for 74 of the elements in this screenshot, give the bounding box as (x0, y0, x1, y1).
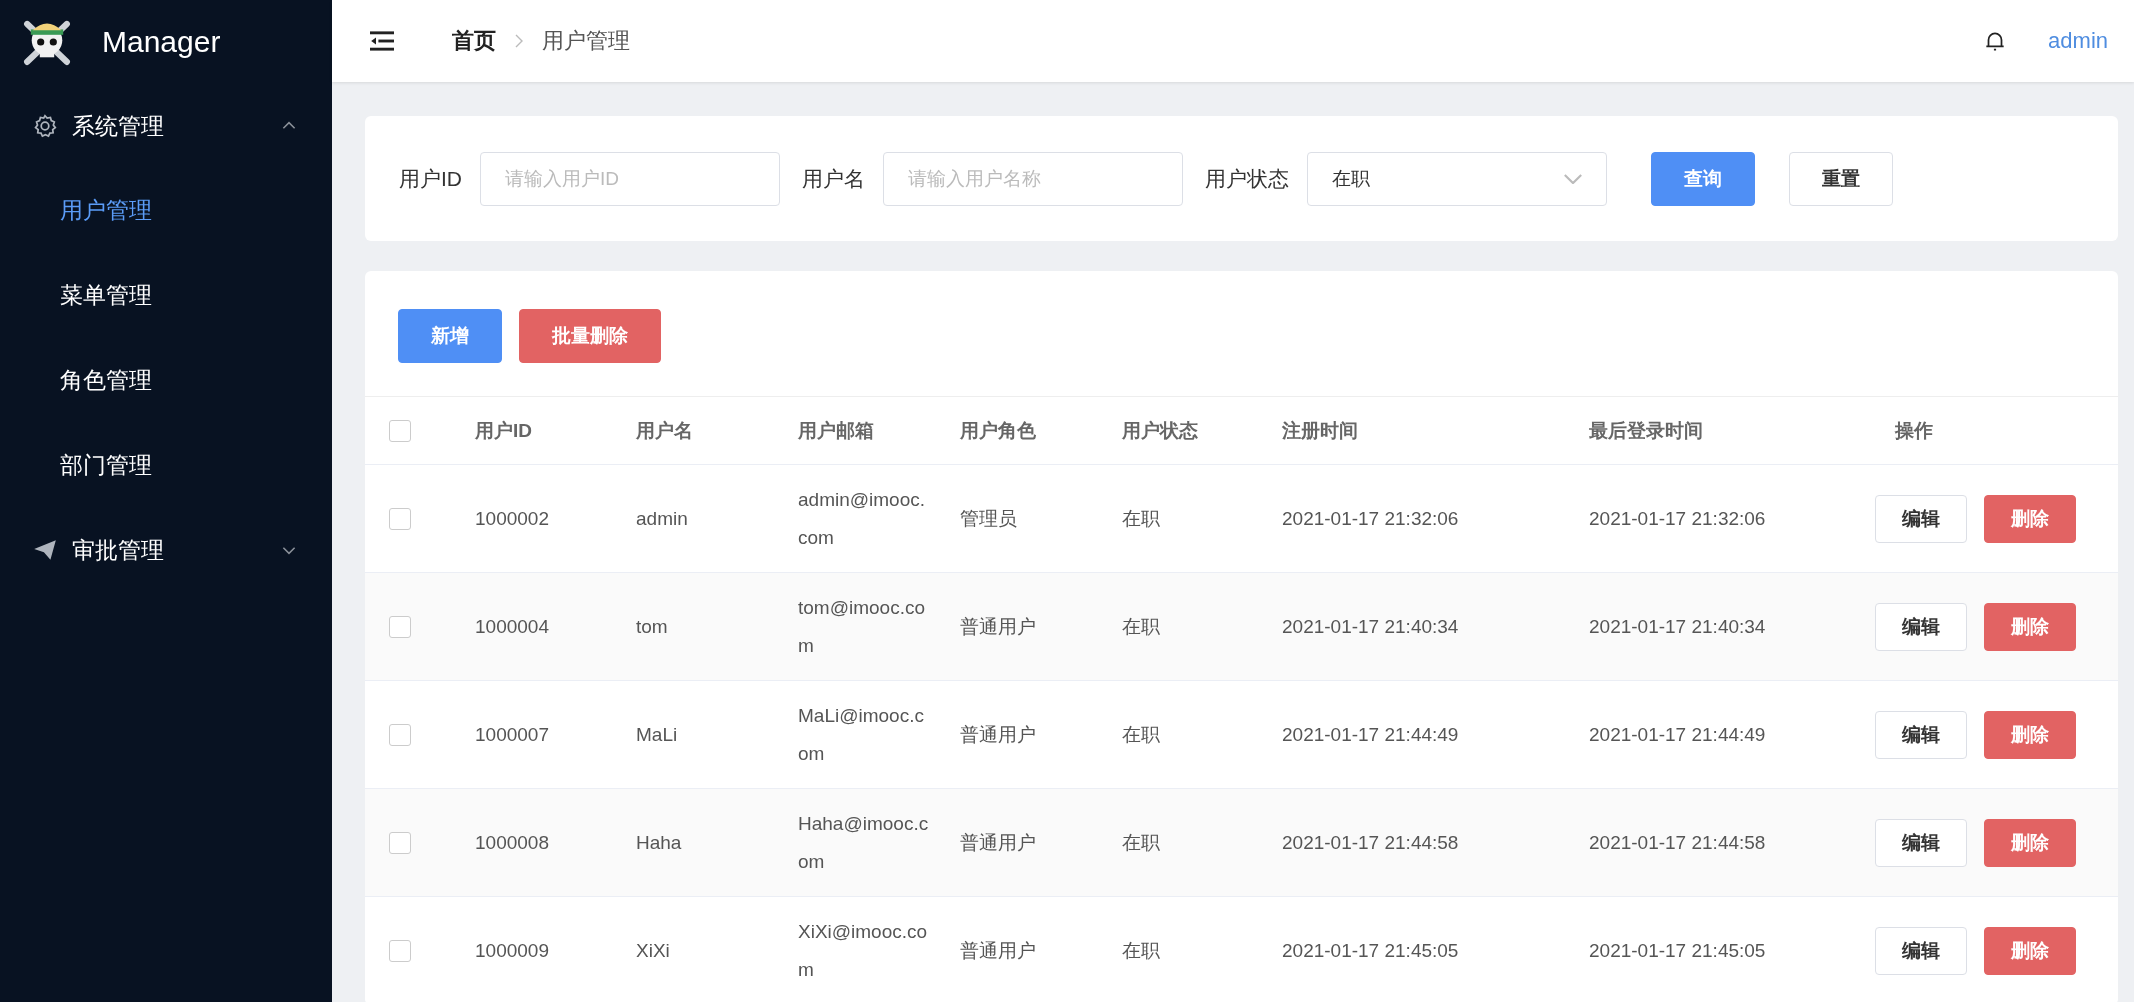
name-cell: Haha (636, 831, 682, 853)
date-cell: 2021-01-17 21:40:34 (1589, 615, 1766, 637)
column-header: 用户角色 (959, 418, 1037, 443)
column-header: 用户邮箱 (797, 418, 875, 443)
menu-icon[interactable] (370, 31, 394, 51)
edit-button[interactable]: 编辑 (1875, 818, 1967, 867)
date-cell: 2021-01-17 21:32:06 (1589, 507, 1766, 529)
role-cell: 普通用户 (960, 615, 1036, 637)
date-cell: 2021-01-17 21:44:49 (1589, 723, 1766, 745)
menu-item[interactable]: 角色管理 (0, 338, 332, 423)
id-cell: 1000007 (475, 723, 549, 745)
settings-icon (32, 113, 58, 139)
field-label: 用户名 (802, 165, 865, 192)
chevron-down-icon (1564, 173, 1582, 184)
role-cell: 普通用户 (960, 939, 1036, 961)
checkbox[interactable] (389, 508, 411, 530)
chevron-right-icon (514, 33, 524, 49)
column-header: 用户状态 (1121, 418, 1199, 443)
menu-item[interactable]: 菜单管理 (0, 253, 332, 338)
checkbox[interactable] (389, 420, 411, 442)
input-field[interactable]: 请输入用户名称 (883, 151, 1183, 206)
checkbox[interactable] (389, 724, 411, 746)
name-cell: MaLi (636, 723, 678, 745)
name-cell: admin (636, 507, 688, 529)
email-cell: tom@imooc.com (798, 596, 925, 656)
role-cell: 普通用户 (960, 723, 1036, 745)
edit-button[interactable]: 编辑 (1875, 494, 1967, 543)
menu-group[interactable]: 系统管理 (0, 84, 332, 168)
date-cell: 2021-01-17 21:40:34 (1282, 615, 1459, 637)
app-title: Manager (102, 25, 221, 59)
status-cell: 在职 (1122, 723, 1160, 745)
breadcrumb-item: 用户管理 (542, 27, 630, 55)
column-header: 注册时间 (1281, 418, 1359, 443)
date-cell: 2021-01-17 21:44:58 (1589, 831, 1766, 853)
name-cell: tom (636, 615, 668, 637)
edit-button[interactable]: 编辑 (1875, 602, 1967, 651)
field-label: 用户状态 (1205, 165, 1289, 192)
status-cell: 在职 (1122, 507, 1160, 529)
date-cell: 2021-01-17 21:32:06 (1282, 507, 1459, 529)
reset-button[interactable]: 重置 (1789, 151, 1893, 206)
date-cell: 2021-01-17 21:44:58 (1282, 831, 1459, 853)
column-header: 用户名 (635, 418, 694, 443)
email-cell: MaLi@imooc.com (798, 704, 924, 764)
checkbox[interactable] (389, 616, 411, 638)
id-cell: 1000009 (475, 939, 549, 961)
checkbox[interactable] (389, 832, 411, 854)
menu-item[interactable]: 用户管理 (0, 168, 332, 253)
column-header: 最后登录时间 (1588, 418, 1704, 443)
name-cell: XiXi (636, 939, 670, 961)
menu-item[interactable]: 部门管理 (0, 423, 332, 508)
id-cell: 1000004 (475, 615, 549, 637)
date-cell: 2021-01-17 21:44:49 (1282, 723, 1459, 745)
field-label: 用户ID (399, 165, 462, 192)
input-field[interactable]: 请输入用户ID (480, 151, 780, 206)
date-cell: 2021-01-17 21:45:05 (1589, 939, 1766, 961)
status-cell: 在职 (1122, 831, 1160, 853)
status-select[interactable]: 在职 (1307, 151, 1607, 206)
email-cell: admin@imooc.com (798, 488, 925, 548)
email-cell: Haha@imooc.com (798, 812, 929, 872)
role-cell: 管理员 (960, 507, 1017, 529)
edit-button[interactable]: 编辑 (1875, 710, 1967, 759)
id-cell: 1000002 (475, 507, 549, 529)
status-cell: 在职 (1122, 615, 1160, 637)
menu-group[interactable]: 审批管理 (0, 508, 332, 592)
checkbox[interactable] (389, 940, 411, 962)
role-cell: 普通用户 (960, 831, 1036, 853)
email-cell: XiXi@imooc.com (798, 920, 928, 980)
edit-button[interactable]: 编辑 (1875, 926, 1967, 975)
date-cell: 2021-01-17 21:45:05 (1282, 939, 1459, 961)
breadcrumb-item[interactable]: 首页 (452, 26, 496, 56)
column-header: 操作 (1893, 418, 1934, 443)
status-cell: 在职 (1122, 939, 1160, 961)
column-header: 用户ID (474, 418, 533, 443)
id-cell: 1000008 (475, 831, 549, 853)
